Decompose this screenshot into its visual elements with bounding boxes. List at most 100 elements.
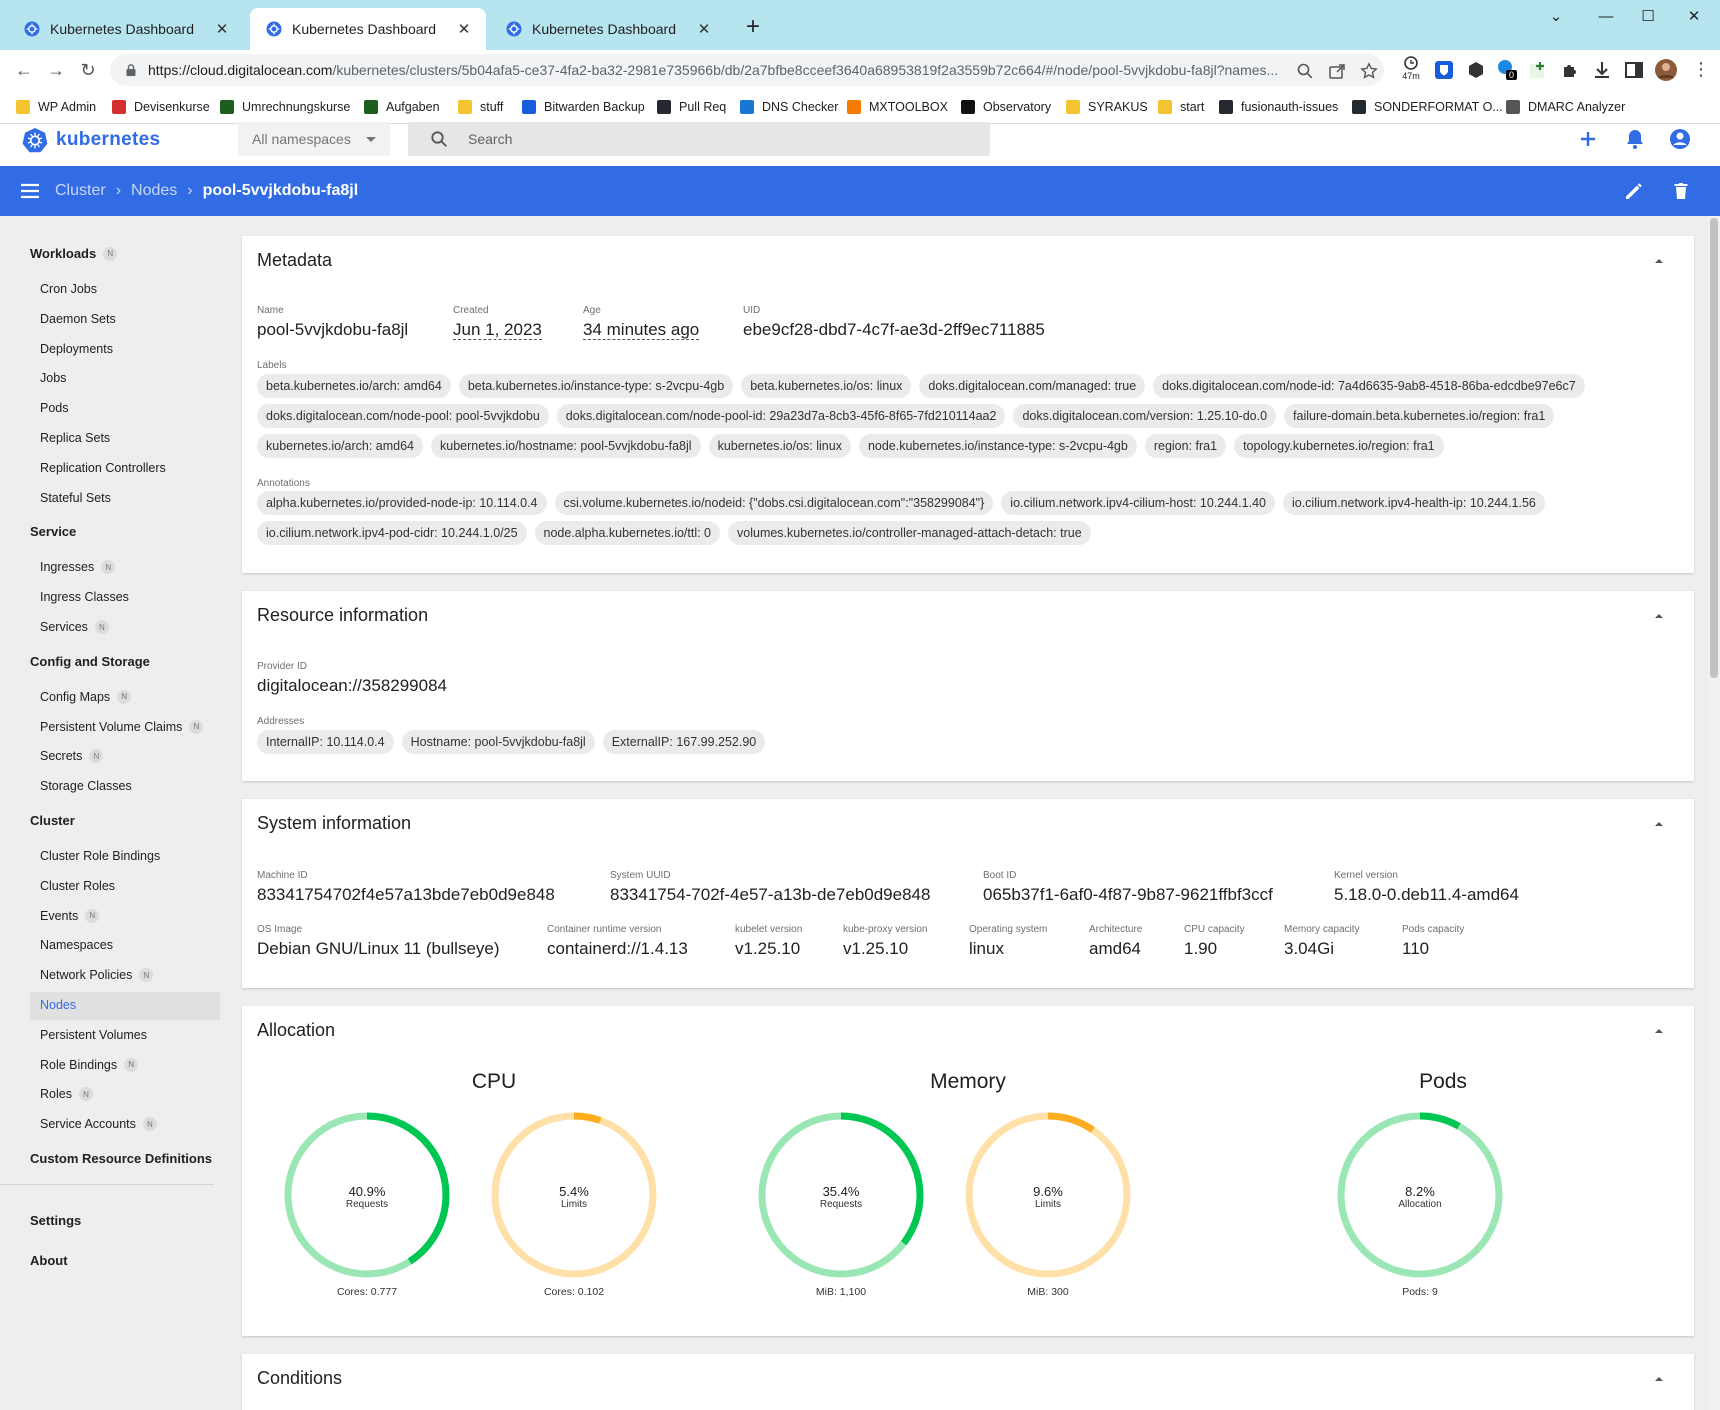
timer-extension-icon[interactable]: 47m — [1398, 55, 1424, 87]
notifications-bell-icon[interactable] — [1622, 126, 1648, 152]
bookmark-item[interactable]: Observatory — [961, 98, 1051, 116]
sidebar-section-config-and-storage[interactable]: Config and Storage — [30, 654, 150, 669]
breadcrumb-nodes[interactable]: Nodes — [131, 182, 177, 200]
extensions-puzzle-icon[interactable] — [1560, 60, 1580, 80]
kubernetes-logo[interactable]: kubernetes — [22, 127, 160, 153]
sidebar-item-persistent-volumes[interactable]: Persistent Volumes — [40, 1027, 147, 1043]
sidebar-item-cluster-role-bindings[interactable]: Cluster Role Bindings — [40, 848, 160, 864]
create-plus-icon[interactable] — [1575, 126, 1601, 152]
maximize-window-icon[interactable]: ☐ — [1626, 4, 1670, 28]
bookmark-item[interactable]: WP Admin — [16, 98, 96, 116]
forward-icon[interactable]: → — [44, 58, 68, 82]
collapse-chevron-icon[interactable] — [1650, 607, 1668, 625]
donut-label: Limits — [1034, 1199, 1062, 1210]
sidebar-item-events[interactable]: Events N — [40, 908, 100, 924]
minimize-window-icon[interactable]: — — [1584, 4, 1628, 28]
sidebar-item-ingresses[interactable]: Ingresses N — [40, 559, 116, 575]
sidebar-item-persistent-volume-claims[interactable]: Persistent Volume Claims N — [40, 719, 204, 735]
sidebar-item-network-policies[interactable]: Network Policies N — [40, 967, 154, 983]
search-bar[interactable] — [408, 122, 990, 156]
search-icon — [431, 131, 447, 147]
bookmark-item[interactable]: Bitwarden Backup — [522, 98, 645, 116]
browser-menu-icon[interactable]: ⋮ — [1692, 60, 1710, 80]
sidebar-item-daemon-sets[interactable]: Daemon Sets — [40, 311, 116, 327]
browser-tab-3[interactable]: Kubernetes Dashboard ✕ — [490, 8, 726, 50]
search-input[interactable] — [468, 131, 868, 147]
breadcrumb-cluster[interactable]: Cluster — [55, 182, 106, 200]
lock-icon — [126, 64, 136, 76]
share-icon[interactable] — [1328, 62, 1346, 80]
bookmark-item[interactable]: Umrechnungskurse — [220, 98, 350, 116]
sidebar-item-cron-jobs[interactable]: Cron Jobs — [40, 281, 97, 297]
sidebar-item-stateful-sets[interactable]: Stateful Sets — [40, 490, 111, 506]
sidebar-item-storage-classes[interactable]: Storage Classes — [40, 778, 132, 794]
sidebar-item-deployments[interactable]: Deployments — [40, 341, 113, 357]
browser-tab-2[interactable]: Kubernetes Dashboard ✕ — [250, 8, 486, 50]
sidebar-item-role-bindings[interactable]: Role Bindings N — [40, 1057, 139, 1073]
close-tab-icon[interactable]: ✕ — [454, 19, 474, 39]
account-icon[interactable] — [1667, 126, 1693, 152]
sidebar-item-service-accounts[interactable]: Service Accounts N — [40, 1116, 157, 1132]
collapse-chevron-icon[interactable] — [1650, 1022, 1668, 1040]
sidebar-item-roles[interactable]: Roles N — [40, 1086, 93, 1102]
edit-pencil-icon[interactable] — [1622, 179, 1646, 203]
profile-avatar-icon[interactable] — [1654, 58, 1678, 82]
back-icon[interactable]: ← — [12, 58, 36, 82]
bookmark-item[interactable]: start — [1158, 98, 1204, 116]
cube-extension-icon[interactable] — [1466, 60, 1486, 80]
bookmark-item[interactable]: Aufgaben — [364, 98, 440, 116]
close-tab-icon[interactable]: ✕ — [694, 19, 714, 39]
scrollbar-thumb[interactable] — [1710, 218, 1718, 678]
collapse-chevron-icon[interactable] — [1650, 1370, 1668, 1388]
sidebar-item-namespaces[interactable]: Namespaces — [40, 937, 113, 953]
sidebar-item-settings[interactable]: Settings — [30, 1213, 81, 1228]
counter-extension-icon[interactable]: 0 — [1496, 58, 1520, 82]
bookmark-item[interactable]: DNS Checker — [740, 98, 838, 116]
plus-extension-icon[interactable] — [1528, 60, 1548, 80]
menu-hamburger-icon[interactable] — [20, 181, 40, 201]
close-window-icon[interactable]: ✕ — [1672, 4, 1716, 28]
sidebar-item-ingress-classes[interactable]: Ingress Classes — [40, 589, 129, 605]
sidebar-item-cluster-roles[interactable]: Cluster Roles — [40, 878, 115, 894]
reload-icon[interactable]: ↻ — [76, 58, 100, 82]
sidebar-item-jobs[interactable]: Jobs — [40, 370, 66, 386]
collapse-chevron-icon[interactable] — [1650, 252, 1668, 270]
sidebar-section-workloads[interactable]: Workloads N — [30, 246, 118, 261]
bookmark-item[interactable]: SONDERFORMAT O... — [1352, 98, 1503, 116]
sidebar-section-custom-resource-definitions[interactable]: Custom Resource Definitions — [30, 1151, 212, 1166]
sidebar-section-service[interactable]: Service — [30, 524, 76, 539]
bookmark-item[interactable]: MXTOOLBOX — [847, 98, 948, 116]
close-tab-icon[interactable]: ✕ — [212, 19, 232, 39]
tab-search-chevron-icon[interactable]: ⌄ — [1534, 4, 1578, 28]
new-tab-button[interactable]: + — [739, 14, 767, 42]
sidebar-item-label: Ingresses — [40, 560, 95, 575]
side-panel-icon[interactable] — [1624, 60, 1644, 80]
collapse-chevron-icon[interactable] — [1650, 815, 1668, 833]
sidebar-item-services[interactable]: Services N — [40, 619, 109, 635]
label-chip: beta.kubernetes.io/instance-type: s-2vcp… — [458, 374, 734, 398]
download-icon[interactable] — [1592, 60, 1612, 80]
bookmark-item[interactable]: stuff — [458, 98, 503, 116]
sidebar-section-cluster[interactable]: Cluster — [30, 813, 75, 828]
sidebar-item-replica-sets[interactable]: Replica Sets — [40, 430, 110, 446]
sidebar-item-pods[interactable]: Pods — [40, 400, 69, 416]
zoom-magnifier-icon[interactable] — [1296, 62, 1314, 80]
page-scrollbar[interactable] — [1708, 216, 1720, 1410]
sidebar-item-replication-controllers[interactable]: Replication Controllers — [40, 460, 166, 476]
bookmark-item[interactable]: fusionauth-issues — [1219, 98, 1338, 116]
sidebar-item-nodes[interactable]: Nodes — [40, 997, 76, 1013]
bookmark-item[interactable]: SYRAKUS — [1066, 98, 1148, 116]
browser-tab-1[interactable]: Kubernetes Dashboard ✕ — [8, 8, 244, 50]
bitwarden-extension-icon[interactable] — [1434, 60, 1454, 80]
sidebar-item-label: Storage Classes — [40, 779, 132, 794]
bookmark-item[interactable]: Devisenkurse — [112, 98, 210, 116]
sidebar-item-secrets[interactable]: Secrets N — [40, 748, 104, 764]
address-bar[interactable]: https://cloud.digitalocean.com/kubernete… — [110, 54, 1384, 86]
bookmark-item[interactable]: Pull Req — [657, 98, 726, 116]
delete-trash-icon[interactable] — [1669, 179, 1693, 203]
namespace-select[interactable]: All namespaces — [238, 122, 390, 156]
sidebar-item-about[interactable]: About — [30, 1253, 68, 1268]
bookmark-star-icon[interactable] — [1360, 62, 1378, 80]
sidebar-item-config-maps[interactable]: Config Maps N — [40, 689, 132, 705]
bookmark-item[interactable]: DMARC Analyzer — [1506, 98, 1625, 116]
